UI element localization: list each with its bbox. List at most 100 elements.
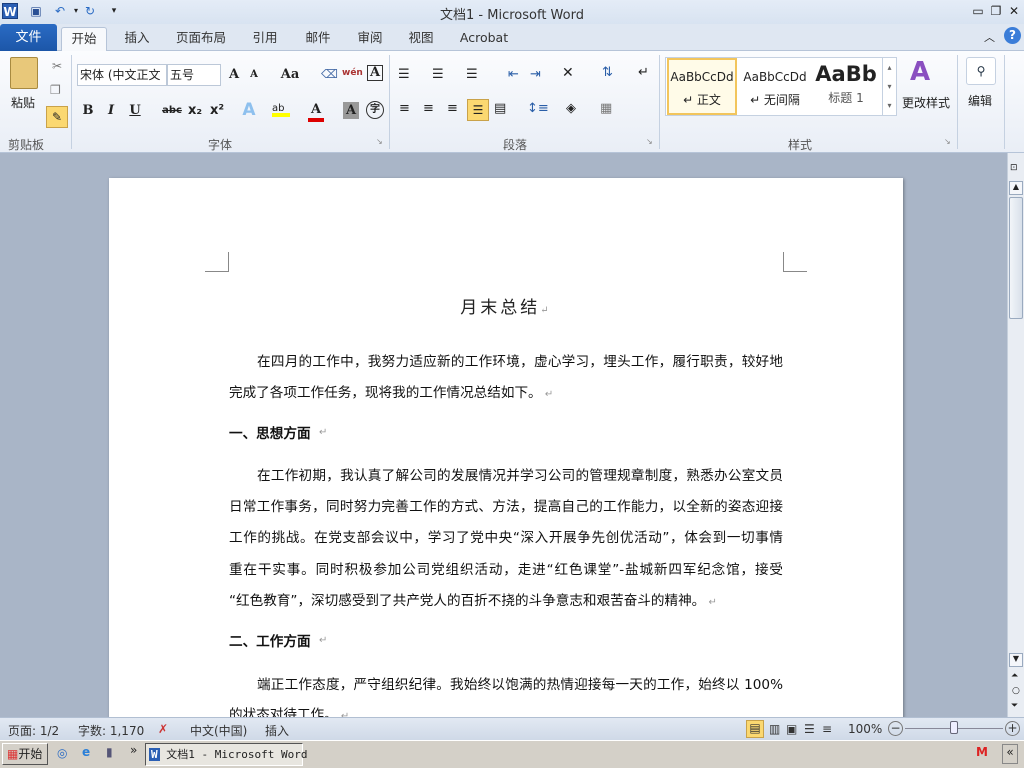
print-layout-icon[interactable]: ▤	[746, 720, 764, 738]
tab-home[interactable]: 开始	[61, 27, 107, 51]
paste-icon[interactable]	[10, 57, 38, 89]
draft-icon[interactable]: ≡	[822, 722, 832, 736]
minimize-ribbon-icon[interactable]: ︿	[984, 29, 995, 45]
font-color-button[interactable]: A	[308, 100, 324, 122]
tab-review[interactable]: 审阅	[348, 27, 392, 51]
superscript-button[interactable]: x²	[209, 101, 225, 123]
multilevel-list-icon[interactable]: ☰	[466, 67, 478, 82]
insert-mode[interactable]: 插入	[265, 722, 289, 739]
borders-icon[interactable]: ▦	[600, 101, 612, 116]
document-page[interactable]: 月末总结↵ 在四月的工作中，我努力适应新的工作环境，虚心学习，埋头工作，履行职责…	[109, 178, 903, 717]
scroll-thumb[interactable]	[1009, 197, 1023, 319]
decrease-indent-icon[interactable]: ⇤	[508, 67, 519, 82]
paragraph-dialog-launcher-icon[interactable]: ↘	[646, 137, 653, 146]
show-marks-icon[interactable]: ↵	[638, 65, 649, 80]
tab-mailings[interactable]: 邮件	[296, 27, 340, 51]
format-painter-icon[interactable]: ✎	[46, 106, 68, 128]
sort-icon[interactable]: ⇅	[602, 65, 613, 80]
increase-indent-icon[interactable]: ⇥	[530, 67, 541, 82]
editing-button[interactable]: 编辑	[968, 92, 992, 109]
zoom-out-icon[interactable]: −	[888, 721, 903, 736]
style-heading-1[interactable]: AaBb 标题 1	[813, 58, 879, 115]
paste-button[interactable]: 粘贴	[11, 94, 35, 111]
ie-icon[interactable]: e	[82, 745, 90, 759]
copy-icon[interactable]: ❐	[50, 83, 61, 97]
italic-button[interactable]: I	[103, 101, 119, 123]
quicklaunch-icon[interactable]: ◎	[57, 746, 67, 760]
line-spacing-icon[interactable]: ↕≡	[527, 101, 549, 116]
highlight-icon[interactable]: ab	[272, 103, 290, 117]
font-size-combo[interactable]: 五号	[167, 64, 221, 86]
start-button[interactable]: ▦开始	[2, 743, 48, 765]
tray-app-icon[interactable]: M	[976, 745, 988, 759]
shrink-font-button[interactable]: A	[247, 65, 261, 87]
quicklaunch-more[interactable]: »	[130, 743, 137, 757]
align-center-icon[interactable]: ≡	[423, 101, 434, 116]
styles-scroll[interactable]: ▴ ▾ ▾	[882, 58, 896, 115]
taskbar-word-window[interactable]: W 文档1 - Microsoft Word	[145, 743, 307, 766]
align-left-icon[interactable]: ≡	[399, 101, 410, 116]
word-count[interactable]: 字数: 1,170	[78, 722, 144, 739]
title-bar: W ▣ ↶ ▾ ↻ ▾ 文档1 - Microsoft Word ▭ ❐ ✕	[0, 0, 1024, 24]
web-layout-icon[interactable]: ▣	[786, 722, 797, 736]
outline-icon[interactable]: ☰	[804, 722, 815, 736]
browse-object-icon[interactable]: ○	[1012, 686, 1020, 696]
windows-logo-icon: ▦	[7, 747, 19, 761]
vertical-scrollbar[interactable]: ⊡ ▲ ▼ ⏶ ○ ⏷	[1007, 153, 1024, 717]
paragraph-mark: ↵	[319, 635, 328, 646]
help-icon[interactable]: ?	[1004, 27, 1021, 44]
subscript-button[interactable]: x₂	[187, 101, 203, 123]
bold-button[interactable]: B	[80, 101, 96, 123]
char-border-button[interactable]: A	[367, 65, 383, 81]
ruler-toggle-icon[interactable]: ⊡	[1010, 163, 1018, 173]
change-styles-button[interactable]: 更改样式	[902, 94, 950, 111]
find-icon[interactable]: ⚲	[966, 57, 996, 85]
language[interactable]: 中文(中国)	[190, 722, 247, 739]
char-shading-button[interactable]: A	[343, 102, 359, 119]
distributed-icon[interactable]: ▤	[494, 101, 506, 116]
full-screen-reading-icon[interactable]: ▥	[769, 722, 780, 736]
prev-page-icon[interactable]: ⏶	[1011, 671, 1018, 681]
shading-icon[interactable]: ◈	[566, 101, 576, 116]
strikethrough-button[interactable]: abc	[161, 101, 183, 123]
style-no-spacing[interactable]: AaBbCcDd ↵ 无间隔	[740, 58, 810, 115]
change-styles-icon[interactable]: A	[910, 57, 930, 87]
scroll-up-icon[interactable]: ▲	[1009, 181, 1023, 195]
align-right-icon[interactable]: ≡	[447, 101, 458, 116]
page-count[interactable]: 页面: 1/2	[8, 722, 59, 739]
cut-icon[interactable]: ✂	[52, 59, 62, 73]
tab-acrobat[interactable]: Acrobat	[452, 27, 516, 51]
asian-layout-icon[interactable]: ✕	[562, 65, 574, 81]
tab-view[interactable]: 视图	[399, 27, 443, 51]
zoom-in-icon[interactable]: +	[1005, 721, 1020, 736]
tab-file[interactable]: 文件	[0, 24, 57, 51]
tab-insert[interactable]: 插入	[114, 27, 160, 51]
bullets-icon[interactable]: ☰	[398, 67, 410, 82]
tab-page-layout[interactable]: 页面布局	[170, 27, 232, 51]
next-page-icon[interactable]: ⏷	[1011, 701, 1018, 711]
close-icon[interactable]: ✕	[1006, 3, 1022, 19]
text-effects-icon[interactable]: A	[240, 100, 258, 122]
tray-collapse-button[interactable]: «	[1002, 744, 1018, 764]
change-case-button[interactable]: Aa	[279, 65, 301, 87]
numbering-icon[interactable]: ☰	[432, 67, 444, 82]
styles-dialog-launcher-icon[interactable]: ↘	[944, 137, 951, 146]
zoom-level[interactable]: 100%	[848, 722, 882, 736]
enclose-char-button[interactable]: 字	[366, 101, 384, 119]
proofing-icon[interactable]: ✗	[158, 722, 168, 736]
font-dialog-launcher-icon[interactable]: ↘	[376, 137, 383, 146]
style-normal[interactable]: AaBbCcDd ↵ 正文	[667, 58, 737, 115]
tab-references[interactable]: 引用	[243, 27, 287, 51]
paragraph-line: 的状态对待工作。 ↵	[229, 705, 783, 717]
font-name-combo[interactable]: 宋体 (中文正文	[77, 64, 167, 86]
justify-icon[interactable]: ☰	[467, 99, 489, 121]
grow-font-button[interactable]: A	[225, 65, 243, 87]
underline-button[interactable]: U	[127, 101, 143, 123]
restore-icon[interactable]: ❐	[988, 3, 1004, 19]
phonetic-guide-button[interactable]: wén	[342, 63, 363, 85]
quicklaunch-app-icon[interactable]: ▮	[106, 745, 113, 759]
minimize-icon[interactable]: ▭	[970, 3, 986, 19]
clear-format-icon[interactable]: ⌫	[321, 67, 338, 81]
scroll-down-icon[interactable]: ▼	[1009, 653, 1023, 667]
zoom-slider-thumb[interactable]	[950, 721, 958, 734]
